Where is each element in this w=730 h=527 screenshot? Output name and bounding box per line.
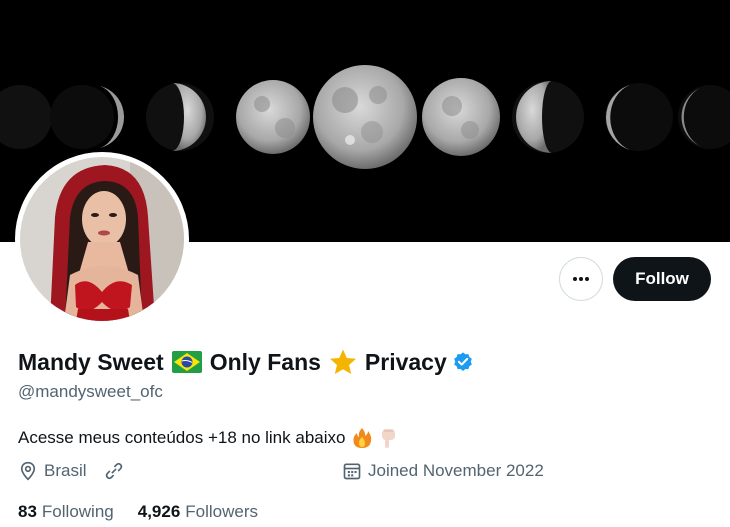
link-icon[interactable]: [104, 461, 124, 481]
pointing-down-icon: [382, 429, 396, 448]
following-count: 83: [18, 502, 37, 521]
more-horizontal-icon: [573, 277, 589, 281]
following-label: Following: [41, 502, 114, 521]
verified-badge-icon[interactable]: [452, 351, 474, 373]
bio-text: Acesse meus conteúdos +18 no link abaixo: [18, 428, 346, 447]
location-text: Brasil: [44, 461, 87, 480]
profile-meta: Brasil Joined November 2022: [18, 461, 718, 485]
location-item: Brasil: [18, 461, 87, 481]
joined-item: Joined November 2022: [342, 461, 544, 481]
link-item[interactable]: [104, 461, 124, 481]
star-icon: [329, 349, 356, 374]
followers-label: Followers: [185, 502, 259, 521]
user-handle: @mandysweet_ofc: [18, 382, 163, 401]
bio: Acesse meus conteúdos +18 no link abaixo: [18, 427, 399, 449]
joined-text: Joined November 2022: [368, 461, 544, 480]
follow-button[interactable]: Follow: [613, 257, 711, 301]
avatar[interactable]: [15, 152, 189, 326]
fire-icon: [353, 428, 372, 448]
profile-photo: [20, 157, 184, 321]
followers-count: 4,926: [137, 502, 181, 521]
follow-stats: 83 Following 4,926 Followers: [18, 502, 258, 522]
brazil-flag-icon: [171, 351, 202, 373]
calendar-icon: [343, 463, 361, 480]
following-link[interactable]: 83 Following: [18, 502, 114, 522]
display-name: Mandy Sweet Only Fans Privacy: [18, 346, 474, 378]
follow-button-label: Follow: [635, 269, 689, 288]
display-name-part1: Mandy Sweet: [18, 348, 164, 375]
more-options-button[interactable]: [559, 257, 603, 301]
display-name-part2: Only Fans: [209, 348, 321, 375]
display-name-part3: Privacy: [364, 348, 447, 375]
followers-link[interactable]: 4,926 Followers: [138, 502, 258, 522]
location-pin-icon: [20, 461, 36, 481]
